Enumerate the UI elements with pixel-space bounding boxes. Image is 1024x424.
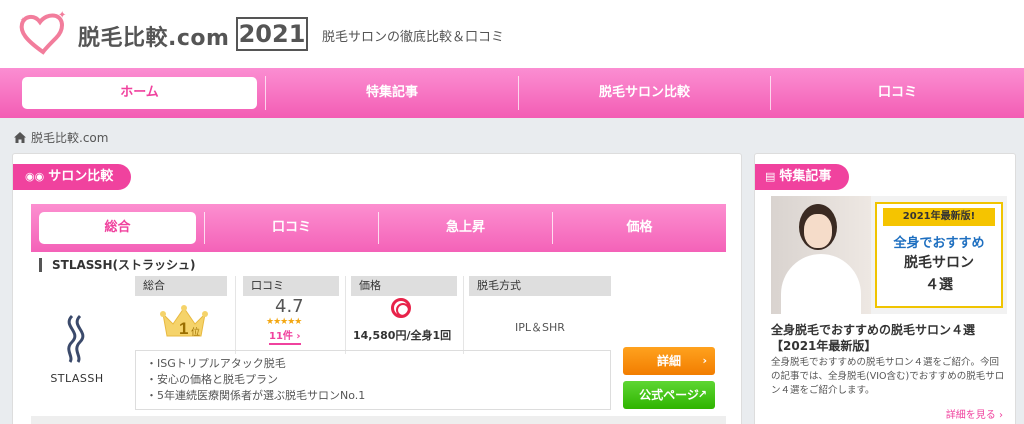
year-badge: 2021 <box>236 17 308 51</box>
feature-item: 安心の価格と脱毛プラン <box>146 372 600 388</box>
promo-badge: 2021年最新版! <box>883 208 995 226</box>
col-head-price: 価格 <box>351 276 457 296</box>
sidebar-section-label: ▤ 特集記事 <box>755 164 850 190</box>
sidebar-section-text: 特集記事 <box>779 169 832 184</box>
article-description: 全身脱毛でおすすめの脱毛サロン４選をご紹介。今回の記事では、全身脱毛(VIO含む… <box>771 357 1005 396</box>
star-rating: ★★★★★ <box>266 317 302 327</box>
rank-number: 1 <box>179 319 188 338</box>
nav-item-reviews[interactable]: 口コミ <box>771 68 1024 118</box>
promo-line-1: 全身でおすすめ <box>893 236 985 251</box>
external-link-icon: ↗ <box>697 388 707 401</box>
rank-suffix: 位 <box>191 326 200 338</box>
price-value: 14,580円/全身1回 <box>353 329 452 342</box>
next-row-strip <box>31 416 726 424</box>
col-head-method: 脱毛方式 <box>469 276 611 296</box>
breadcrumb: 脱毛比較.com <box>14 129 108 146</box>
promo-line-3: ４選 <box>925 277 953 293</box>
nav-item-salon-compare[interactable]: 脱毛サロン比較 <box>519 68 770 118</box>
promo-card: 2021年最新版! 全身でおすすめ 脱毛サロン ４選 <box>875 202 1003 308</box>
global-nav: ホーム 特集記事 脱毛サロン比較 口コミ <box>0 68 1024 118</box>
feature-item: ISGトリプルアタック脱毛 <box>146 356 600 372</box>
salon-name[interactable]: STLASSH(ストラッシュ) <box>39 258 196 272</box>
section-label-text: サロン比較 <box>48 169 114 184</box>
feature-list: ISGトリプルアタック脱毛 安心の価格と脱毛プラン 5年連続医療関係者が選ぶ脱毛… <box>135 350 611 410</box>
site-title[interactable]: 脱毛比較.com <box>78 20 229 52</box>
salon-compare-panel: ◉◉ サロン比較 総合 口コミ 急上昇 価格 STLASSH(ストラッシュ) ST… <box>12 153 742 424</box>
rating-score: 4.7 <box>275 296 304 317</box>
article-title[interactable]: 全身脱毛でおすすめの脱毛サロン４選【2021年最新版】 <box>771 322 1007 354</box>
home-icon <box>14 132 26 143</box>
col-head-reviews: 口コミ <box>243 276 339 296</box>
rank-badge: 1 位 <box>159 304 209 342</box>
official-button-label: 公式ページ <box>639 388 699 402</box>
detail-button[interactable]: 詳細 › <box>623 347 715 375</box>
section-label: ◉◉ サロン比較 <box>13 164 132 190</box>
double-circle-icon <box>391 298 411 318</box>
breadcrumb-home-link[interactable]: 脱毛比較.com <box>31 131 108 145</box>
column-divider <box>463 276 464 354</box>
brand-name: STLASSH <box>50 372 104 385</box>
site-tagline: 脱毛サロンの徹底比較＆口コミ <box>322 30 505 45</box>
promo-line-2: 脱毛サロン <box>904 255 974 271</box>
nav-item-home[interactable]: ホーム <box>22 77 257 109</box>
brand-swirl-icon <box>67 314 85 363</box>
svg-text:✦: ✦ <box>20 16 26 24</box>
gamepad-icon: ◉◉ <box>25 170 45 183</box>
svg-text:✦: ✦ <box>58 10 66 21</box>
column-divider <box>235 276 236 354</box>
feature-article-sidebar: ▤ 特集記事 2021年最新版! 全身でおすすめ 脱毛サロン ４選 全身脱毛でおす… <box>754 153 1016 424</box>
model-photo <box>771 196 871 314</box>
official-page-button[interactable]: 公式ページ ↗ <box>623 381 715 409</box>
detail-button-label: 詳細 <box>656 354 681 368</box>
column-divider <box>345 276 346 354</box>
nav-item-features[interactable]: 特集記事 <box>266 68 518 118</box>
read-more-link[interactable]: 詳細を見る › <box>946 406 1003 421</box>
newspaper-icon: ▤ <box>765 170 776 183</box>
tab-trending[interactable]: 急上昇 <box>379 204 552 252</box>
chevron-right-icon: › <box>702 354 707 367</box>
col-head-overall: 総合 <box>135 276 227 296</box>
method-value: IPL＆SHR <box>515 321 565 334</box>
review-count-link[interactable]: 11件 › <box>269 327 301 345</box>
tab-price[interactable]: 価格 <box>553 204 726 252</box>
tab-overall[interactable]: 総合 <box>39 212 196 244</box>
crown-icon: 1 位 <box>160 305 208 338</box>
tab-reviews[interactable]: 口コミ <box>205 204 378 252</box>
feature-item: 5年連続医療関係者が選ぶ脱毛サロンNo.1 <box>146 388 600 404</box>
ranking-tabs: 総合 口コミ 急上昇 価格 <box>31 204 726 252</box>
brand-logo[interactable]: STLASSH <box>47 314 107 385</box>
heart-logo-icon[interactable]: ✦ ✦ <box>16 8 70 58</box>
site-header: ✦ ✦ 脱毛比較.com 2021 脱毛サロンの徹底比較＆口コミ <box>0 0 1024 68</box>
article-thumbnail[interactable]: 2021年最新版! 全身でおすすめ 脱毛サロン ４選 <box>771 196 1007 314</box>
